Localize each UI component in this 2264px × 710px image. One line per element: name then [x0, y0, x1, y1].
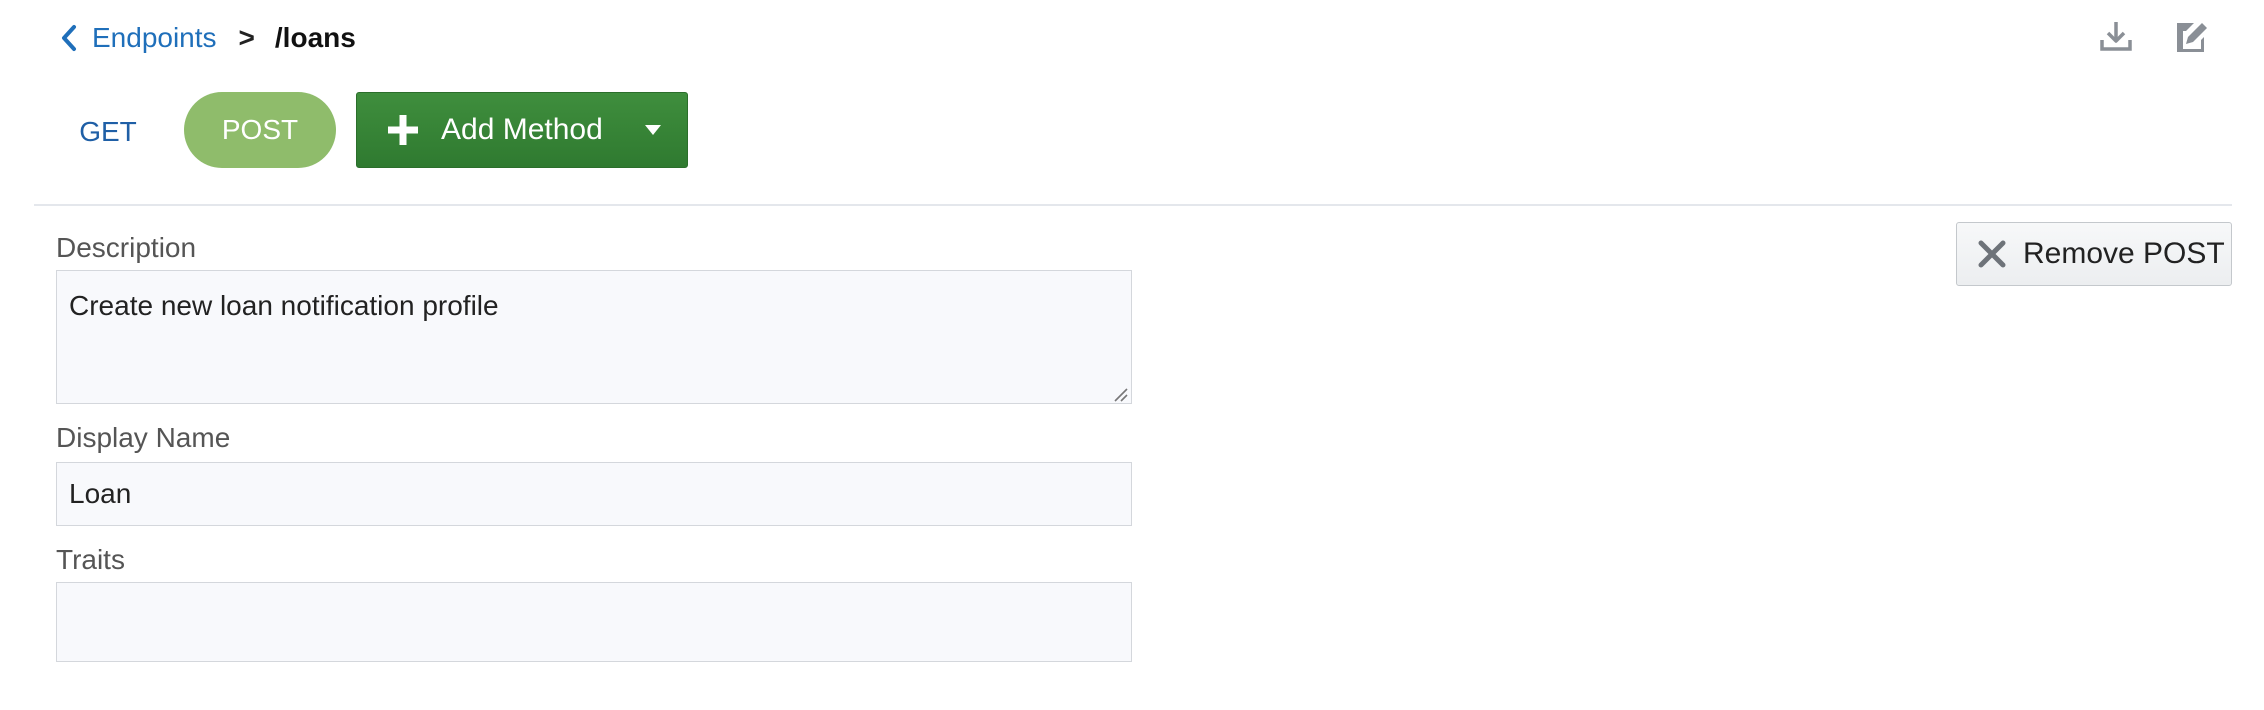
- traits-label: Traits: [56, 544, 125, 575]
- breadcrumb: Endpoints > /loans: [60, 18, 356, 58]
- display-name-field[interactable]: [56, 462, 1132, 526]
- back-to-endpoints-link[interactable]: Endpoints: [60, 22, 217, 54]
- close-icon: [1977, 239, 2007, 269]
- breadcrumb-separator: >: [238, 22, 255, 53]
- tab-post[interactable]: POST: [184, 92, 336, 168]
- description-field[interactable]: Create new loan notification profile: [56, 270, 1132, 404]
- description-label: Description: [56, 232, 197, 263]
- breadcrumb-current: /loans: [274, 22, 356, 53]
- add-method-button[interactable]: Add Method: [356, 92, 688, 168]
- caret-down-icon[interactable]: [643, 123, 663, 137]
- resize-handle-icon[interactable]: [1112, 386, 1128, 402]
- breadcrumb-endpoints-label: Endpoints: [92, 22, 217, 53]
- download-icon: [2098, 18, 2134, 59]
- display-name-label: Display Name: [56, 422, 231, 453]
- traits-field[interactable]: [56, 582, 1132, 662]
- divider: [34, 204, 2232, 206]
- tab-get[interactable]: GET: [56, 94, 160, 170]
- plus-icon: [387, 114, 419, 146]
- chevron-left-icon: [60, 24, 78, 52]
- download-button[interactable]: [2094, 16, 2138, 60]
- remove-post-label: Remove POST: [2023, 237, 2225, 270]
- remove-post-button[interactable]: Remove POST: [1956, 222, 2232, 286]
- add-method-label: Add Method: [441, 113, 603, 146]
- edit-icon: [2172, 18, 2208, 59]
- edit-button[interactable]: [2168, 16, 2212, 60]
